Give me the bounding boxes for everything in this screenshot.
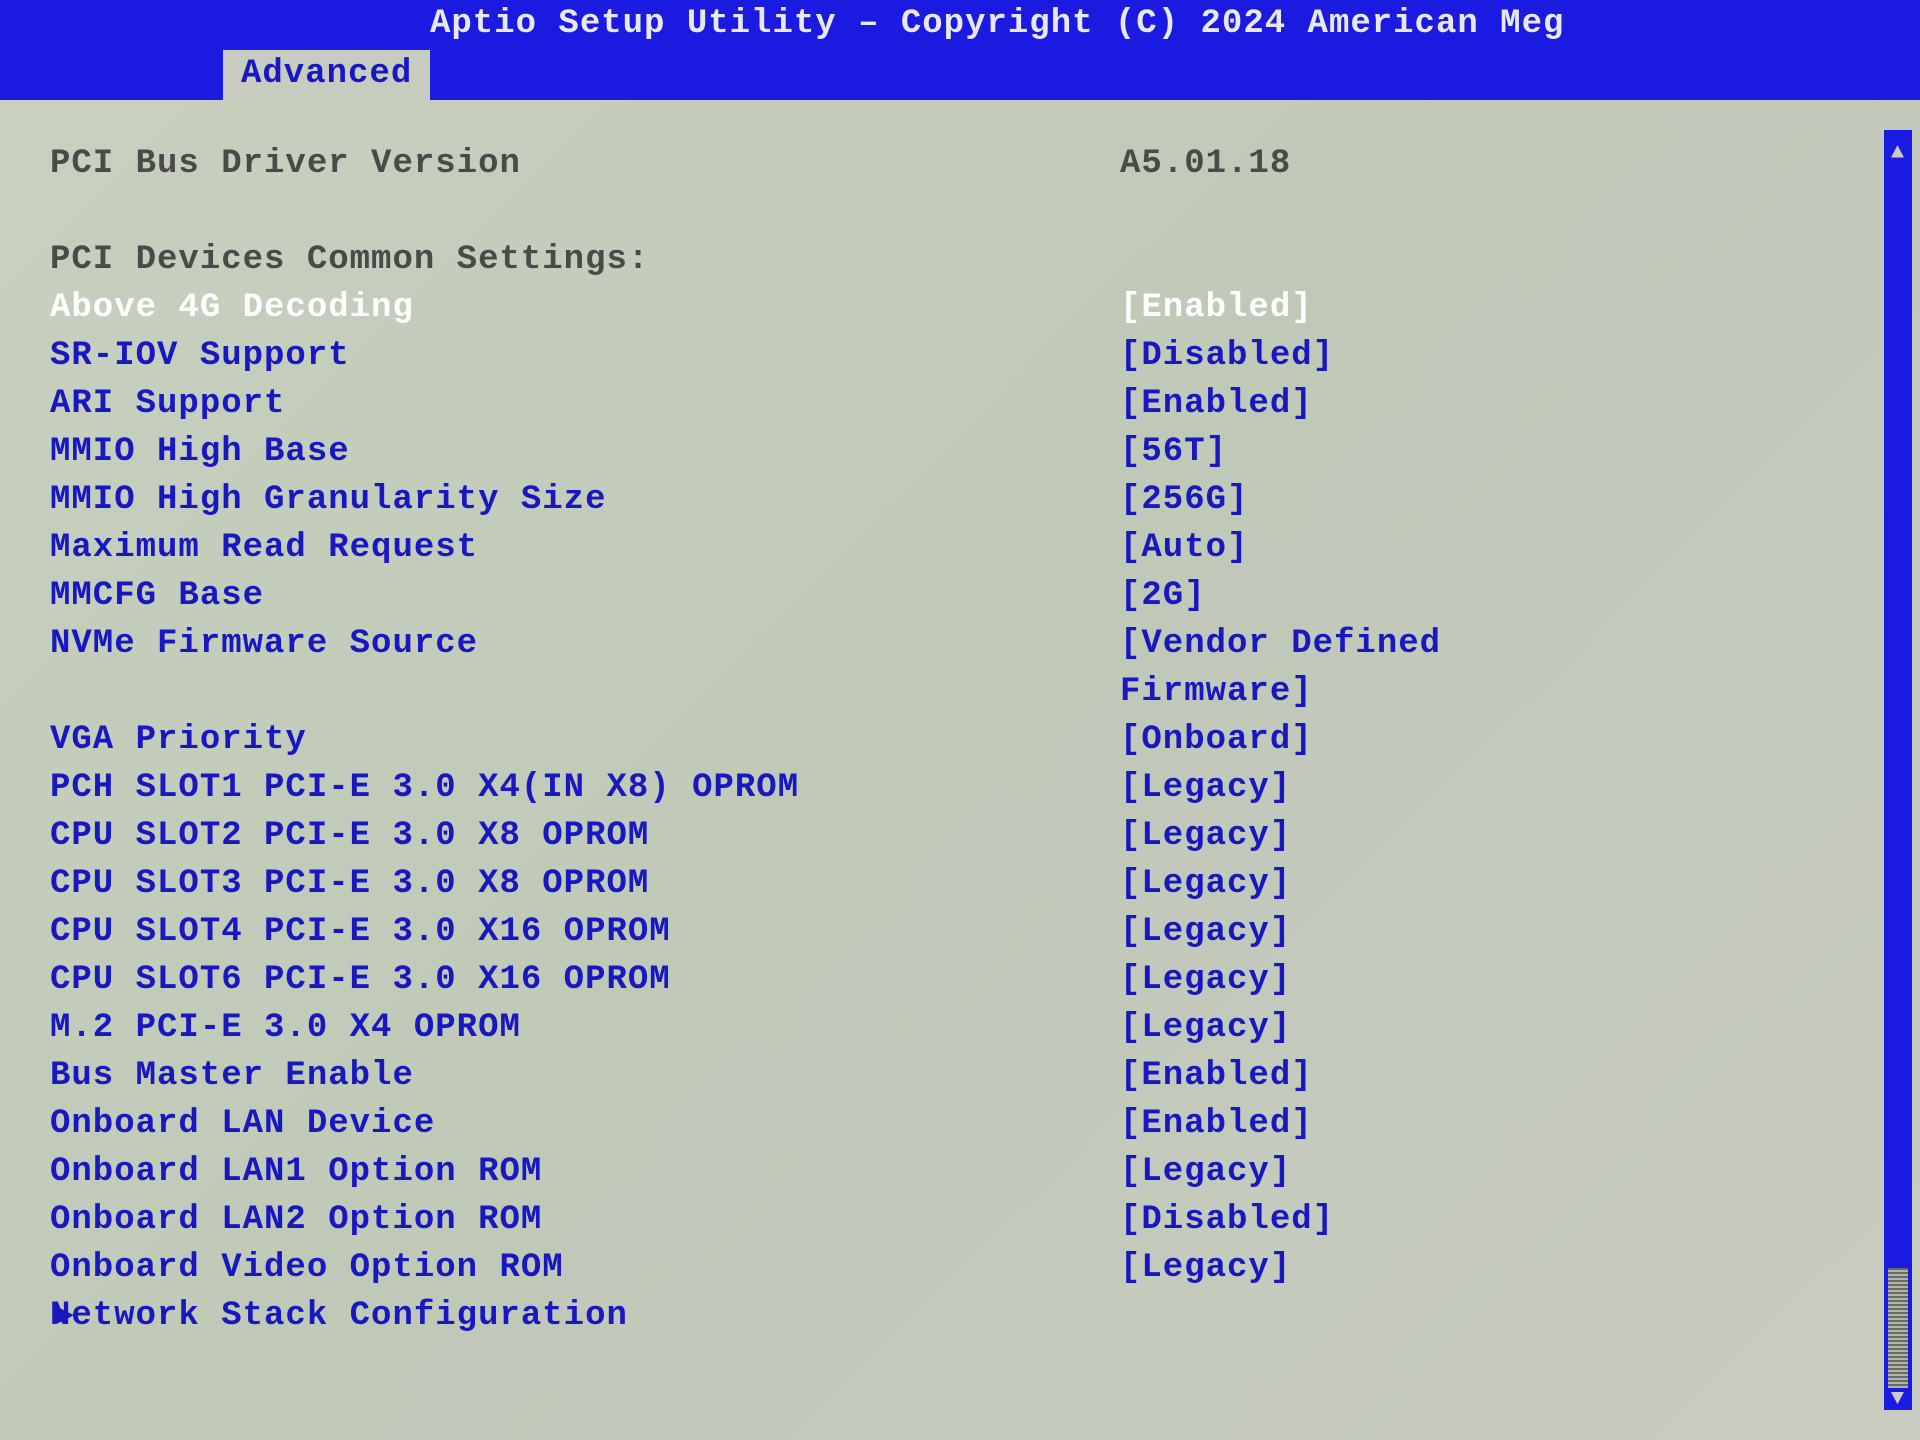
submenu-network-stack[interactable]: ▶ Network Stack Configuration: [50, 1292, 1864, 1340]
setting-vga-priority[interactable]: VGA Priority [Onboard]: [50, 716, 1864, 764]
info-label: PCI Bus Driver Version: [50, 140, 1120, 188]
setting-label: PCH SLOT1 PCI-E 3.0 X4(IN X8) OPROM: [50, 764, 1120, 812]
setting-above-4g-decoding[interactable]: Above 4G Decoding [Enabled]: [50, 284, 1864, 332]
setting-bus-master-enable[interactable]: Bus Master Enable [Enabled]: [50, 1052, 1864, 1100]
setting-value: [Vendor Defined Firmware]: [1120, 620, 1570, 716]
setting-label: MMIO High Granularity Size: [50, 476, 1120, 524]
setting-label: Onboard LAN Device: [50, 1100, 1120, 1148]
setting-value: [Legacy]: [1120, 1244, 1570, 1292]
info-row-pci-bus-driver: PCI Bus Driver Version A5.01.18: [50, 140, 1864, 188]
setting-label: SR-IOV Support: [50, 332, 1120, 380]
setting-cpu-slot3-oprom[interactable]: CPU SLOT3 PCI-E 3.0 X8 OPROM [Legacy]: [50, 860, 1864, 908]
setting-label: Maximum Read Request: [50, 524, 1120, 572]
setting-label: Onboard LAN2 Option ROM: [50, 1196, 1120, 1244]
content-pane: PCI Bus Driver Version A5.01.18 PCI Devi…: [0, 100, 1884, 1440]
setting-onboard-video-option-rom[interactable]: Onboard Video Option ROM [Legacy]: [50, 1244, 1864, 1292]
info-value: A5.01.18: [1120, 140, 1570, 188]
scrollbar[interactable]: ▲ ▼: [1884, 130, 1912, 1410]
setting-value: [2G]: [1120, 572, 1570, 620]
setting-m2-oprom[interactable]: M.2 PCI-E 3.0 X4 OPROM [Legacy]: [50, 1004, 1864, 1052]
setting-value: [Legacy]: [1120, 1004, 1570, 1052]
scroll-track[interactable]: [1884, 164, 1912, 1388]
setting-label: MMIO High Base: [50, 428, 1120, 476]
setting-value: [Legacy]: [1120, 956, 1570, 1004]
setting-cpu-slot2-oprom[interactable]: CPU SLOT2 PCI-E 3.0 X8 OPROM [Legacy]: [50, 812, 1864, 860]
bios-screen: Aptio Setup Utility – Copyright (C) 2024…: [0, 0, 1920, 1440]
setting-value: [Disabled]: [1120, 332, 1570, 380]
setting-label: VGA Priority: [50, 716, 1120, 764]
setting-value: [56T]: [1120, 428, 1570, 476]
setting-nvme-firmware-source[interactable]: NVMe Firmware Source [Vendor Defined Fir…: [50, 620, 1864, 716]
setting-onboard-lan1-option-rom[interactable]: Onboard LAN1 Option ROM [Legacy]: [50, 1148, 1864, 1196]
setting-label: NVMe Firmware Source: [50, 620, 1120, 716]
setting-label: MMCFG Base: [50, 572, 1120, 620]
setting-label: Above 4G Decoding: [50, 284, 1120, 332]
setting-value: [256G]: [1120, 476, 1570, 524]
setting-onboard-lan-device[interactable]: Onboard LAN Device [Enabled]: [50, 1100, 1864, 1148]
setting-pch-slot1-oprom[interactable]: PCH SLOT1 PCI-E 3.0 X4(IN X8) OPROM [Leg…: [50, 764, 1864, 812]
setting-mmio-high-base[interactable]: MMIO High Base [56T]: [50, 428, 1864, 476]
setting-sr-iov-support[interactable]: SR-IOV Support [Disabled]: [50, 332, 1864, 380]
submenu-marker-icon: ▶: [56, 1292, 75, 1340]
setting-onboard-lan2-option-rom[interactable]: Onboard LAN2 Option ROM [Disabled]: [50, 1196, 1864, 1244]
setting-label: CPU SLOT4 PCI-E 3.0 X16 OPROM: [50, 908, 1120, 956]
setting-cpu-slot6-oprom[interactable]: CPU SLOT6 PCI-E 3.0 X16 OPROM [Legacy]: [50, 956, 1864, 1004]
setting-label: Onboard LAN1 Option ROM: [50, 1148, 1120, 1196]
scroll-up-icon[interactable]: ▲: [1891, 142, 1905, 164]
setting-mmcfg-base[interactable]: MMCFG Base [2G]: [50, 572, 1864, 620]
setting-value: [Auto]: [1120, 524, 1570, 572]
setting-value: [Enabled]: [1120, 380, 1570, 428]
tab-advanced[interactable]: Advanced: [220, 47, 433, 100]
setting-value: [Legacy]: [1120, 764, 1570, 812]
setting-value: [Enabled]: [1120, 1100, 1570, 1148]
setting-value: [Legacy]: [1120, 908, 1570, 956]
setting-label: Onboard Video Option ROM: [50, 1244, 1120, 1292]
section-header: PCI Devices Common Settings:: [50, 236, 1864, 284]
tab-advanced-label: Advanced: [241, 55, 412, 93]
setting-label: CPU SLOT6 PCI-E 3.0 X16 OPROM: [50, 956, 1120, 1004]
submenu-label: Network Stack Configuration: [50, 1292, 1120, 1340]
setting-value: [Disabled]: [1120, 1196, 1570, 1244]
setting-value: [Legacy]: [1120, 860, 1570, 908]
blank-row: [50, 188, 1864, 236]
setting-label: M.2 PCI-E 3.0 X4 OPROM: [50, 1004, 1120, 1052]
tab-row: Advanced: [0, 48, 1920, 100]
setting-value: [Enabled]: [1120, 1052, 1570, 1100]
setting-label: CPU SLOT3 PCI-E 3.0 X8 OPROM: [50, 860, 1120, 908]
setting-ari-support[interactable]: ARI Support [Enabled]: [50, 380, 1864, 428]
scroll-down-icon[interactable]: ▼: [1891, 1388, 1905, 1410]
setting-value: [Onboard]: [1120, 716, 1570, 764]
content-wrap: PCI Bus Driver Version A5.01.18 PCI Devi…: [0, 100, 1920, 1440]
header-bar: Aptio Setup Utility – Copyright (C) 2024…: [0, 0, 1920, 48]
setting-label: Bus Master Enable: [50, 1052, 1120, 1100]
setting-cpu-slot4-oprom[interactable]: CPU SLOT4 PCI-E 3.0 X16 OPROM [Legacy]: [50, 908, 1864, 956]
setting-value: [Enabled]: [1120, 284, 1570, 332]
setting-maximum-read-request[interactable]: Maximum Read Request [Auto]: [50, 524, 1864, 572]
header-title: Aptio Setup Utility – Copyright (C) 2024…: [430, 5, 1564, 43]
section-header-text: PCI Devices Common Settings:: [50, 236, 1120, 284]
setting-mmio-high-granularity-size[interactable]: MMIO High Granularity Size [256G]: [50, 476, 1864, 524]
setting-label: CPU SLOT2 PCI-E 3.0 X8 OPROM: [50, 812, 1120, 860]
setting-label: ARI Support: [50, 380, 1120, 428]
setting-value: [Legacy]: [1120, 1148, 1570, 1196]
setting-value: [Legacy]: [1120, 812, 1570, 860]
